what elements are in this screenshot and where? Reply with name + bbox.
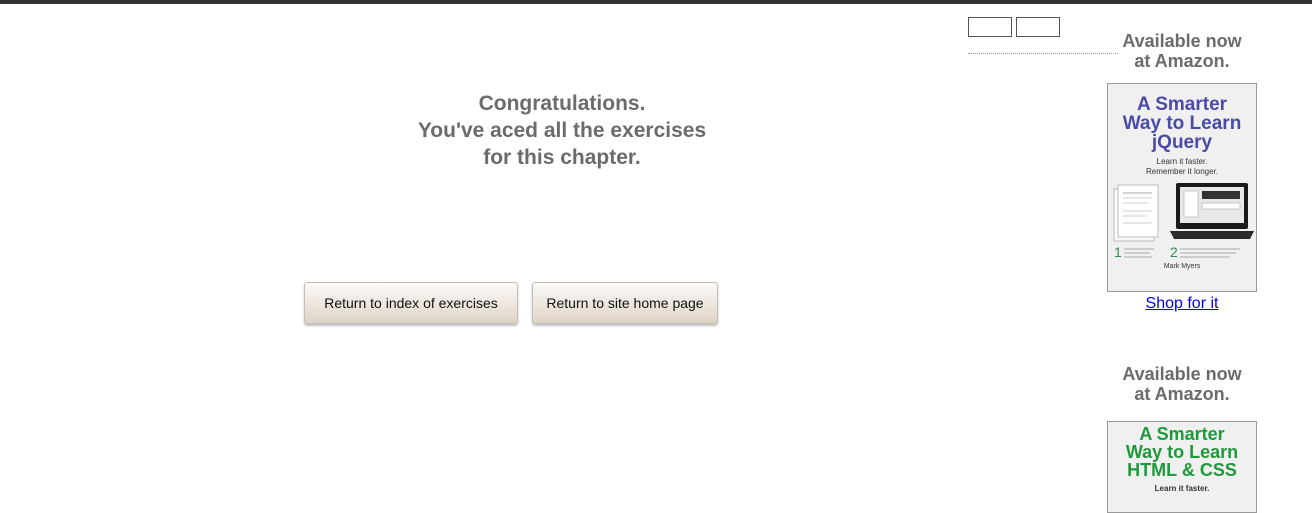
available-line-1: Available now xyxy=(1122,31,1242,51)
return-to-index-button[interactable]: Return to index of exercises xyxy=(304,282,518,324)
shop-for-it-link[interactable]: Shop for it xyxy=(1107,295,1257,313)
book-pages-icon xyxy=(1113,184,1159,242)
small-box-right[interactable] xyxy=(1016,17,1060,37)
congrats-line-3: for this chapter. xyxy=(483,146,641,169)
book-tagline-2: Remember it longer. xyxy=(1145,167,1219,176)
book-cover-jquery[interactable]: A Smarter Way to Learn jQuery Learn it f… xyxy=(1107,83,1257,292)
book-title-line-1: A Smarter xyxy=(1139,424,1225,444)
book-illustration: 1 2 Mark Myers xyxy=(1113,183,1254,270)
available-now-heading-2: Available now at Amazon. xyxy=(1107,364,1257,404)
book-cover-html-css[interactable]: A Smarter Way to Learn HTML & CSS Learn … xyxy=(1107,421,1257,513)
available-now-heading-1: Available now at Amazon. xyxy=(1107,31,1257,71)
book-title-line-3: jQuery xyxy=(1151,132,1213,153)
book-tagline-1: Learn it faster. xyxy=(1154,484,1210,493)
congrats-line-2: You've aced all the exercises xyxy=(417,119,707,142)
congrats-line-1: Congratulations. xyxy=(478,92,646,115)
book-author: Mark Myers xyxy=(1164,263,1201,270)
available-line-2: at Amazon. xyxy=(1134,384,1230,404)
small-box-left[interactable] xyxy=(968,17,1012,37)
congratulations-message: Congratulations. You've aced all the exe… xyxy=(352,90,772,171)
available-line-2: at Amazon. xyxy=(1134,51,1230,71)
book-title: A Smarter Way to Learn jQuery xyxy=(1108,95,1256,152)
step-one-number: 1 xyxy=(1114,244,1122,260)
book-title: A Smarter Way to Learn HTML & CSS xyxy=(1108,425,1256,479)
available-line-1: Available now xyxy=(1122,364,1242,384)
book-title-line-2: Way to Learn xyxy=(1125,442,1239,462)
laptop-icon xyxy=(1170,183,1254,239)
return-to-home-button[interactable]: Return to site home page xyxy=(532,282,718,324)
step-two-number: 2 xyxy=(1170,244,1178,260)
dotted-divider xyxy=(968,53,1118,54)
book-title-line-2: Way to Learn xyxy=(1122,113,1242,134)
book-title-line-3: HTML & CSS xyxy=(1127,460,1237,480)
book-tagline-1: Learn it faster. xyxy=(1156,157,1208,166)
top-border xyxy=(0,0,1312,4)
book-title-line-1: A Smarter xyxy=(1136,94,1228,115)
book-tagline: Learn it faster. Remember it longer. xyxy=(1108,157,1256,177)
